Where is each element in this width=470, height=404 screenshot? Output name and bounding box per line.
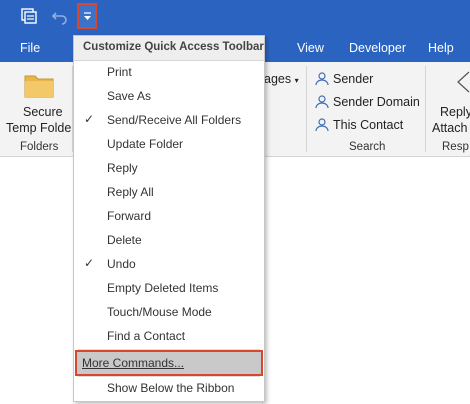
- menu-item-more-commands[interactable]: More Commands...: [75, 350, 263, 376]
- menu-item-label: Send/Receive All Folders: [107, 113, 242, 127]
- menu-item-undo[interactable]: ✓ Undo: [74, 252, 264, 276]
- undo-icon[interactable]: [51, 7, 69, 25]
- pages-dropdown-label: ages: [264, 72, 292, 86]
- group-separator-2: [306, 66, 307, 152]
- tab-file[interactable]: File: [20, 34, 40, 62]
- sender-domain-person-icon: [315, 95, 329, 109]
- menu-item-save-as[interactable]: Save As: [74, 84, 264, 108]
- sender-person-icon: [315, 72, 329, 86]
- tab-developer[interactable]: Developer: [349, 34, 406, 62]
- sender-domain-button[interactable]: Sender Domain: [333, 95, 420, 109]
- menu-item-label: Touch/Mouse Mode: [107, 305, 212, 319]
- menu-item-label: Save As: [107, 89, 152, 103]
- reply-with-attachment-line1[interactable]: Reply: [440, 105, 470, 119]
- menu-item-reply-all[interactable]: Reply All: [74, 180, 264, 204]
- search-group-label: Search: [349, 141, 386, 153]
- menu-item-find-a-contact[interactable]: Find a Contact: [74, 324, 264, 348]
- checkmark-icon: ✓: [84, 256, 95, 270]
- menu-item-update-folder[interactable]: Update Folder: [74, 132, 264, 156]
- menu-item-send-receive-all-folders[interactable]: ✓ Send/Receive All Folders: [74, 108, 264, 132]
- menu-item-label: Undo: [107, 257, 136, 271]
- customize-qat-dropdown-button[interactable]: [77, 3, 97, 29]
- folders-group-label: Folders: [20, 141, 59, 153]
- menu-item-show-below-ribbon[interactable]: Show Below the Ribbon: [74, 376, 264, 400]
- folder-icon[interactable]: [24, 72, 54, 98]
- pages-dropdown-partial[interactable]: ages ▾: [264, 72, 299, 86]
- customize-qat-menu: Customize Quick Access Toolbar Print Sav…: [73, 35, 265, 402]
- dropdown-arrow-icon: [84, 12, 91, 20]
- this-contact-person-icon: [315, 118, 329, 132]
- secure-temp-folder-line2[interactable]: Temp Folder: [6, 121, 75, 135]
- more-commands-label: More Commands...: [82, 356, 185, 370]
- menu-item-label: Forward: [107, 209, 152, 223]
- this-contact-button[interactable]: This Contact: [333, 118, 403, 132]
- menu-item-forward[interactable]: Forward: [74, 204, 264, 228]
- chevron-down-icon: ▾: [294, 76, 299, 85]
- menu-item-label: Show Below the Ribbon: [107, 381, 235, 395]
- menu-item-label: Reply All: [107, 185, 154, 199]
- menu-item-touch-mouse-mode[interactable]: Touch/Mouse Mode: [74, 300, 264, 324]
- respond-group-label: Resp: [442, 141, 469, 153]
- menu-header: Customize Quick Access Toolbar: [74, 36, 264, 61]
- menu-item-label: Reply: [107, 161, 138, 175]
- send-receive-icon[interactable]: [20, 7, 38, 25]
- menu-header-title: Customize Quick Access Toolbar: [83, 41, 264, 53]
- menu-item-empty-deleted-items[interactable]: Empty Deleted Items: [74, 276, 264, 300]
- title-bar: [0, 0, 470, 34]
- sender-button[interactable]: Sender: [333, 72, 373, 86]
- reply-with-attachment-line2[interactable]: Attach: [432, 121, 467, 135]
- tab-help[interactable]: Help: [428, 34, 454, 62]
- menu-item-reply[interactable]: Reply: [74, 156, 264, 180]
- menu-item-label: Delete: [107, 233, 142, 247]
- tab-view[interactable]: View: [297, 34, 324, 62]
- group-separator-3: [425, 66, 426, 152]
- menu-separator: [78, 349, 260, 350]
- reply-attachment-icon: [457, 71, 470, 93]
- secure-temp-folder-line1[interactable]: Secure: [23, 105, 63, 119]
- menu-item-label: Empty Deleted Items: [107, 281, 219, 295]
- menu-item-label: Find a Contact: [107, 329, 186, 343]
- menu-item-delete[interactable]: Delete: [74, 228, 264, 252]
- checkmark-icon: ✓: [84, 112, 95, 126]
- menu-item-label: Print: [107, 65, 132, 79]
- menu-item-print[interactable]: Print: [74, 60, 264, 84]
- menu-item-label: Update Folder: [107, 137, 184, 151]
- menu-item-label: More Commands...: [82, 356, 184, 370]
